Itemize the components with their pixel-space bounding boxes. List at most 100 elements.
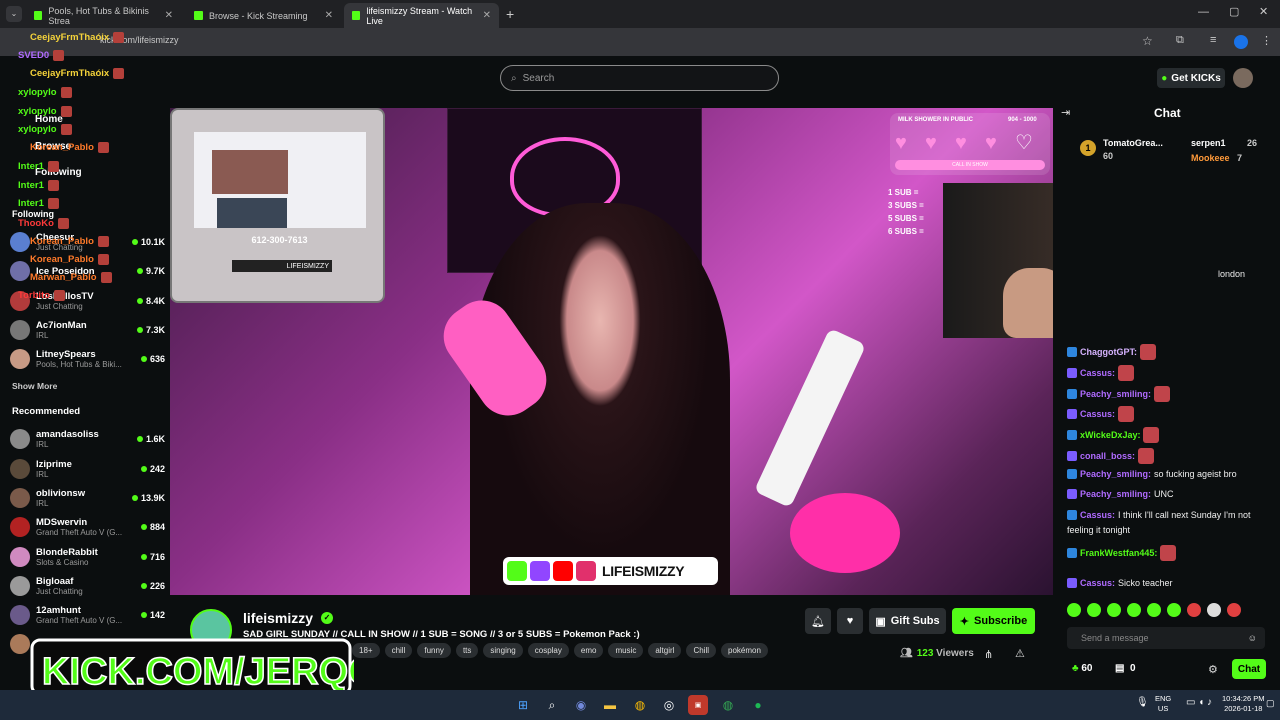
close-tab-icon[interactable]: ✕ <box>483 10 491 21</box>
extensions-icon[interactable]: ⧉ <box>1176 34 1184 47</box>
sidebar-channel-item[interactable]: LitneySpears Pools, Hot Tubs & Biki... 636 <box>10 345 165 373</box>
bookmark-star-icon[interactable]: ☆ <box>1142 34 1153 48</box>
browser-menu-icon[interactable]: ⋮ <box>1261 34 1272 47</box>
mic-tray-icon[interactable]: 🎙︎ <box>1136 697 1149 708</box>
chat-username[interactable]: Cassus: <box>1080 578 1115 588</box>
sidebar-channel-item[interactable]: Ac7ionMan IRL 7.3K <box>10 316 165 344</box>
media-control-icon[interactable]: ≡ <box>1210 34 1216 46</box>
language-indicator[interactable]: ENG US <box>1155 694 1171 714</box>
stream-tag[interactable]: music <box>608 643 644 658</box>
chat-username[interactable]: Cassus: <box>1080 409 1115 419</box>
chrome-active-icon[interactable]: ◍ <box>718 695 738 715</box>
stream-tag[interactable]: cosplay <box>527 643 569 658</box>
new-tab-icon[interactable]: + <box>506 6 514 22</box>
spotify-icon[interactable]: ● <box>748 695 768 715</box>
notification-bell-button[interactable]: 🔔︎ <box>805 608 831 634</box>
gift-subs-button[interactable]: ▣ Gift Subs <box>869 608 946 634</box>
kicks-icon: ♣ <box>1072 663 1079 674</box>
video-player[interactable]: 612-300-7613 LIFEISMIZZY MILK SHOWER IN … <box>170 108 1053 595</box>
chat-title: Chat <box>1154 106 1181 120</box>
chat-username[interactable]: Peachy_smiling: <box>1080 469 1151 479</box>
emote-icon[interactable] <box>1107 603 1121 617</box>
browser-tab-pools[interactable]: Pools, Hot Tubs & Bikinis Strea ✕ <box>26 3 181 28</box>
browser-tab-lifeismizzy[interactable]: lifeismizzy Stream - Watch Live ✕ <box>344 3 499 28</box>
show-more-link[interactable]: Show More <box>12 381 57 391</box>
chat-username[interactable]: Cassus: <box>1080 368 1115 378</box>
handle-text: LIFEISMIZZY <box>602 563 685 579</box>
tab-search-button[interactable]: ⌄ <box>6 6 22 22</box>
emote-icon[interactable] <box>1067 603 1081 617</box>
sidebar-channel-item[interactable]: lziprime IRL 242 <box>10 455 165 483</box>
close-window-icon[interactable]: ✕ <box>1259 5 1268 18</box>
chat-emote-icon <box>1160 545 1177 561</box>
emote-icon <box>60 106 72 117</box>
file-explorer-icon[interactable]: ▬ <box>600 695 620 715</box>
chat-username[interactable]: ChaggotGPT: <box>1080 347 1137 357</box>
sidebar-channel-item[interactable]: 12amhunt Grand Theft Auto V (G... 142 <box>10 601 165 629</box>
emote-icon[interactable] <box>1127 603 1141 617</box>
system-clock[interactable]: 10:34:26 PM 2026-01-18 <box>1222 694 1265 714</box>
app-icon[interactable]: ▣ <box>688 695 708 715</box>
notification-icon[interactable]: ▢ <box>1266 698 1275 709</box>
follow-heart-button[interactable]: ♥ <box>837 608 863 634</box>
chat-username[interactable]: Peachy_smiling: <box>1080 489 1151 499</box>
sidebar-channel-item[interactable]: oblivionsw IRL 13.9K <box>10 484 165 512</box>
emote-icon[interactable] <box>1227 603 1241 617</box>
maximize-icon[interactable]: ▢ <box>1229 5 1239 18</box>
overlay-chat-line: xylopylo <box>18 87 72 98</box>
chat-username[interactable]: Cassus: <box>1080 510 1115 520</box>
chat-message-input[interactable]: Send a message ☺ <box>1067 627 1265 649</box>
sidebar-channel-item[interactable]: BlondeRabbit Slots & Casino 716 <box>10 543 165 571</box>
profile-icon[interactable] <box>1234 35 1248 49</box>
chat-username[interactable]: conall_boss: <box>1080 451 1135 461</box>
chrome-icon[interactable]: ◍ <box>630 695 650 715</box>
sidebar-channel-item[interactable]: MDSwervin Grand Theft Auto V (G... 884 <box>10 513 165 541</box>
emote-icon[interactable] <box>1207 603 1221 617</box>
tray-icons[interactable]: ▭ ◖ ♪ <box>1186 697 1212 708</box>
chat-username[interactable]: FrankWestfan445: <box>1080 548 1157 558</box>
stream-tag[interactable]: funny <box>417 643 451 658</box>
emote-icon <box>113 32 125 43</box>
close-tab-icon[interactable]: ✕ <box>165 10 173 21</box>
stream-tag[interactable]: 18+ <box>352 643 380 658</box>
stream-tag[interactable]: pokémon <box>721 643 768 658</box>
chat-settings-icon[interactable]: ⚙ <box>1208 663 1218 676</box>
subscribe-button[interactable]: ✦ Subscribe <box>952 608 1035 634</box>
chat-partial-text: london <box>1218 269 1246 279</box>
send-chat-button[interactable]: Chat <box>1232 659 1266 679</box>
share-icon[interactable]: ⋔ <box>984 648 993 661</box>
emote-icon <box>97 254 109 265</box>
stream-tag[interactable]: Chill <box>686 643 717 658</box>
streamer-name[interactable]: lifeismizzy ✓ <box>243 610 334 626</box>
user-avatar[interactable] <box>1233 68 1253 88</box>
emoji-icon[interactable]: ☺ <box>1248 633 1257 643</box>
get-kicks-button[interactable]: ● Get KICKs <box>1157 68 1225 88</box>
sub-goal-5: 5 SUBS = <box>888 214 924 223</box>
emote-icon[interactable] <box>1187 603 1201 617</box>
stream-tag[interactable]: altgirl <box>648 643 682 658</box>
social-handle-banner: LIFEISMIZZY <box>503 557 718 585</box>
close-tab-icon[interactable]: ✕ <box>325 10 333 21</box>
taskbar-search-icon[interactable]: ⌕ <box>542 695 562 715</box>
start-icon[interactable]: ⊞ <box>513 695 533 715</box>
emote-icon[interactable] <box>1087 603 1101 617</box>
stream-tag[interactable]: emo <box>573 643 604 658</box>
chat-username[interactable]: xWickeDxJay: <box>1080 430 1140 440</box>
minimize-icon[interactable]: — <box>1198 6 1209 18</box>
stream-tag[interactable]: singing <box>483 643 523 658</box>
stream-tag[interactable]: chill <box>384 643 413 658</box>
sidebar-channel-item[interactable]: Bigloaaf Just Chatting 226 <box>10 572 165 600</box>
emote-icon[interactable] <box>1147 603 1161 617</box>
collapse-chat-icon[interactable]: ⇥ <box>1061 106 1070 119</box>
report-icon[interactable]: ⚠ <box>1015 647 1025 660</box>
search-input[interactable]: ⌕ Search <box>500 65 779 91</box>
viewer-number: 123 <box>916 648 934 659</box>
discord-icon[interactable]: ◉ <box>571 695 591 715</box>
stream-tag[interactable]: tts <box>455 643 479 658</box>
browser-tab-browse[interactable]: Browse - Kick Streaming ✕ <box>186 3 341 28</box>
emote-icon <box>47 198 59 209</box>
sidebar-channel-item[interactable]: amandasoliss IRL 1.6K <box>10 425 165 453</box>
obs-icon[interactable]: ◎ <box>659 695 679 715</box>
emote-icon[interactable] <box>1167 603 1181 617</box>
chat-username[interactable]: Peachy_smiling: <box>1080 389 1151 399</box>
